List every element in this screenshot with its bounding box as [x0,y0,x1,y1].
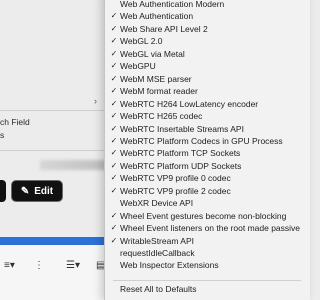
checkmark-icon: ✓ [110,223,118,233]
menu-item-label: Wheel Event gestures become non-blocking [120,210,287,221]
checkmark-icon: ✓ [110,173,118,183]
editor-toolbar [0,245,110,300]
menu-item[interactable]: ✓ WebRTC H265 codec [105,110,301,122]
menu-item[interactable]: ✓ Wheel Event gestures become non-blockin… [105,210,301,222]
menu-item-label: WebGL via Metal [120,48,185,59]
bg-setting-label: ch Field [0,117,30,127]
menu-item-label: Web Inspector Extensions [120,260,219,271]
menu-item[interactable]: ✓ WebM format reader [105,85,301,97]
menu-item[interactable]: ✓ WebRTC Platform TCP Sockets [105,147,301,159]
menu-item[interactable]: ✓ WebGL 2.0 [105,35,301,47]
checkmark-icon: ✓ [110,98,118,108]
checkmark-icon: ✓ [110,210,118,220]
align-icon[interactable]: ≡▾ [4,260,15,271]
menu-item[interactable]: ✓ WebGL via Metal [105,48,301,60]
context-menu: Reset All to Defaults Web Authentication… [104,0,310,300]
menu-item[interactable]: ✓ WebRTC Insertable Streams API [105,123,301,135]
menu-item-label: Web Authentication [120,11,194,22]
divider [0,150,110,151]
menu-item-label: requestIdleCallback [120,248,195,258]
menu-item-label: WebRTC Platform TCP Sockets [120,148,241,159]
menu-item-label: WebGL 2.0 [120,36,163,47]
checkmark-icon: ✓ [110,160,118,170]
menu-item[interactable]: ✓ WebRTC Platform UDP Sockets [105,160,301,172]
list-icon[interactable]: ☰▾ [66,260,80,271]
toolbar-button-partial[interactable] [0,180,6,202]
menu-item-label: Web Share API Level 2 [120,23,208,34]
menu-item-label: WebXR Device API [120,198,194,209]
menu-item[interactable]: ✓ WebGPU [105,60,301,72]
menu-item-label: WebRTC Insertable Streams API [120,123,244,134]
checkmark-icon: ✓ [110,111,118,121]
menu-item-label: WebRTC H264 LowLatency encoder [120,98,259,109]
accent-bar [0,237,110,245]
menu-item-label: WebRTC VP9 profile 0 codec [120,173,231,184]
menu-item-label: Wheel Event listeners on the root made p… [120,223,301,234]
menu-item[interactable]: ✓ Web Authentication [105,10,301,22]
checkmark-icon: ✓ [110,148,118,158]
menu-item[interactable]: ✓ Web Share API Level 2 [105,23,301,35]
checkmark-icon: ✓ [110,86,118,96]
more-vertical-icon[interactable]: ⋮ [34,260,44,271]
menu-item-label: Reset All to Defaults [120,284,197,294]
menu-item[interactable]: Web Inspector Extensions [105,259,301,271]
menu-item-label: WritableStream API [120,235,195,246]
menu-item[interactable]: requestIdleCallback [105,247,301,259]
menu-item[interactable]: ✓ WebRTC Platform Codecs in GPU Process [105,135,301,147]
menu-item-label: WebM format reader [120,86,198,97]
menu-item[interactable]: ✓ WebRTC H264 LowLatency encoder [105,98,301,110]
menu-item[interactable]: Web Authentication Modern [105,0,301,10]
bg-setting-label: s [0,130,5,140]
menu-item-label: Web Authentication Modern [120,0,225,9]
checkmark-icon: ✓ [110,123,118,133]
menu-item-label: WebRTC Platform UDP Sockets [120,160,242,171]
menu-item-label: WebM MSE parser [120,73,192,84]
menu-item-reset[interactable]: Reset All to Defaults [105,283,301,295]
checkmark-icon: ✓ [110,235,118,245]
menu-item[interactable]: ✓ WebRTC VP9 profile 2 codec [105,185,301,197]
blurred-text [40,160,110,170]
menu-item-label: WebRTC H265 codec [120,111,203,122]
menu-item[interactable]: ✓ Wheel Event listeners on the root made … [105,222,301,234]
checkmark-icon: ✓ [110,11,118,21]
menu-item-label: WebGPU [120,61,156,72]
chevron-right-icon[interactable]: › [94,96,97,106]
checkmark-icon: ✓ [110,36,118,46]
menu-item[interactable]: WebXR Device API [105,197,301,209]
edit-button[interactable]: ✎ Edit [11,180,63,202]
menu-item-label: WebRTC VP9 profile 2 codec [120,185,231,196]
menu-item[interactable]: ✓ WebM MSE parser [105,73,301,85]
checkmark-icon: ✓ [110,185,118,195]
divider [0,110,110,111]
pencil-icon: ✎ [20,185,30,197]
menu-item-label: WebRTC Platform Codecs in GPU Process [120,135,283,146]
menu-separator [113,280,301,281]
checkmark-icon: ✓ [110,23,118,33]
edit-button-label: Edit [34,185,54,197]
menu-item[interactable]: ✓ WritableStream API [105,235,301,247]
checkmark-icon: ✓ [110,135,118,145]
menu-item[interactable]: ✓ WebRTC VP9 profile 0 codec [105,172,301,184]
checkmark-icon: ✓ [110,73,118,83]
checkmark-icon: ✓ [110,48,118,58]
checkmark-icon: ✓ [110,61,118,71]
